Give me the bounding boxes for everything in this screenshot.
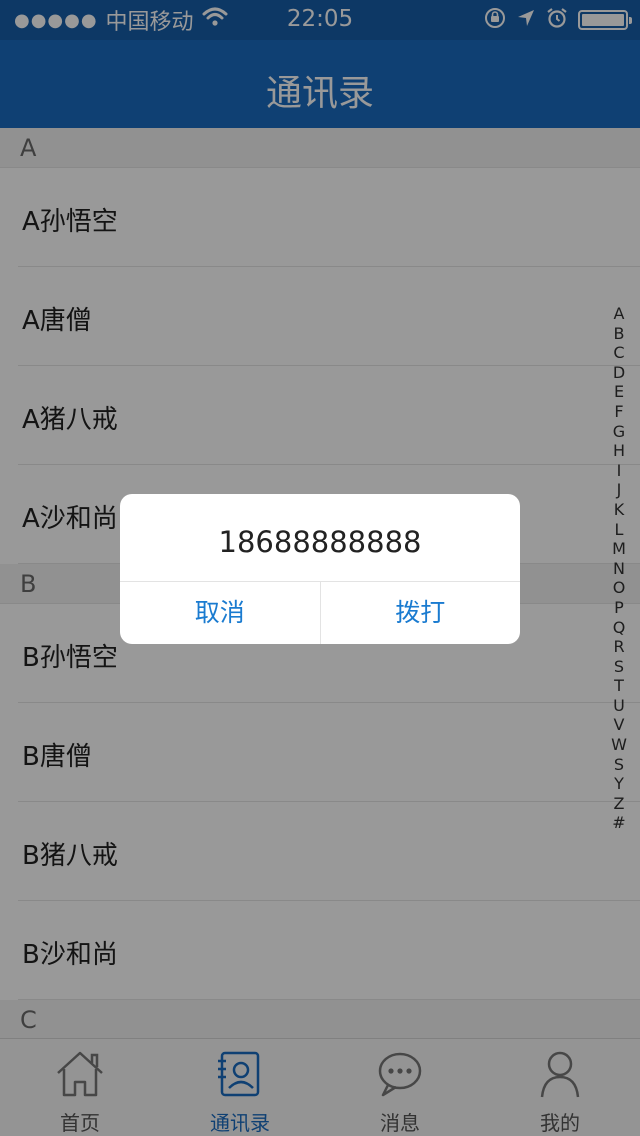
cancel-button[interactable]: 取消 <box>120 582 320 644</box>
call-dialog: 18688888888 取消 拨打 <box>120 494 520 644</box>
dialog-actions: 取消 拨打 <box>120 581 520 644</box>
call-button[interactable]: 拨打 <box>319 582 521 644</box>
dialog-phone-number: 18688888888 <box>218 525 422 559</box>
